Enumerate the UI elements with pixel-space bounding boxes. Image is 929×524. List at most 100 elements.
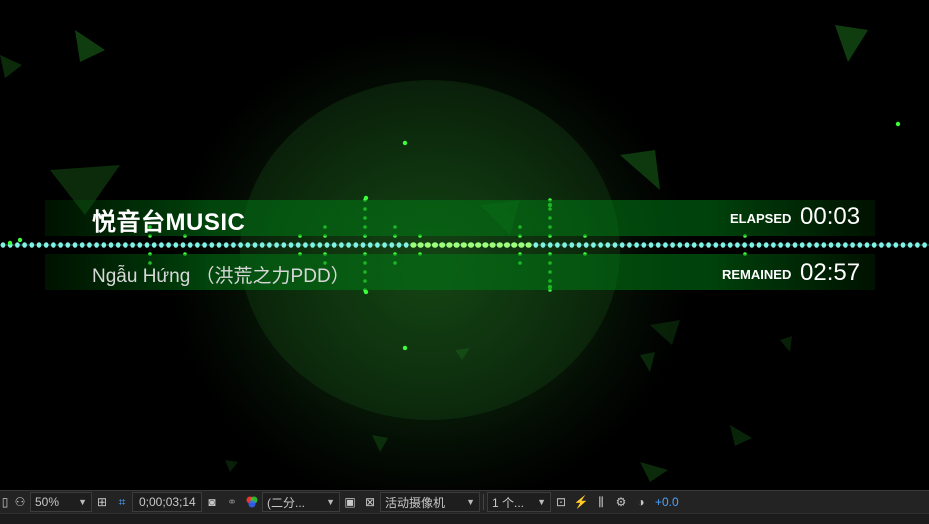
- spectrum-dot: [699, 242, 704, 248]
- divider: [483, 494, 484, 510]
- spectrum-dot: [267, 242, 272, 248]
- spectrum-dot: [670, 242, 675, 248]
- spectrum-dot: [792, 242, 798, 248]
- background-visualizer: [0, 25, 929, 482]
- spectrum-dot: [525, 242, 532, 248]
- spectrum-dot: [417, 242, 424, 248]
- spectrum-dot: [879, 242, 884, 248]
- spectrum-dot: [915, 242, 920, 248]
- spectrum-dot: [814, 242, 819, 248]
- spectrum-dot: [828, 242, 834, 248]
- flowchart-icon[interactable]: ⚙: [611, 492, 631, 512]
- region-icon[interactable]: ⌗: [112, 492, 132, 512]
- spectrum-dot: [742, 242, 747, 248]
- spectrum-dot: [763, 242, 769, 248]
- spectrum-dot: [431, 242, 439, 248]
- particle: [17, 237, 23, 243]
- toggle-transparency-icon[interactable]: ⊠: [360, 492, 380, 512]
- spectrum-dot: [303, 242, 308, 248]
- magnification-dropdown[interactable]: 50% ▼: [30, 492, 92, 512]
- spectrum-dot: [339, 242, 344, 248]
- spectrum-dot: [15, 242, 20, 248]
- show-snapshot-icon[interactable]: ⚭: [222, 492, 242, 512]
- camera-snapshot-icon[interactable]: ◙: [202, 492, 222, 512]
- spectrum-dot: [115, 242, 121, 248]
- spectrum-dot: [51, 242, 56, 248]
- spectrum-dot: [612, 242, 618, 248]
- spectrum-dot: [360, 242, 366, 248]
- spectrum-dot: [317, 242, 323, 248]
- spectrum-dot: [691, 242, 697, 248]
- spectrum-dot: [382, 242, 387, 248]
- spectrum-dot: [785, 242, 791, 248]
- reset-exposure-icon[interactable]: ◑: [631, 492, 651, 512]
- elapsed-label: ELAPSED: [730, 211, 792, 226]
- spectrum-dot: [843, 242, 848, 248]
- timeline-icon[interactable]: ⫼: [591, 492, 611, 512]
- spectrum-dot: [137, 242, 143, 248]
- triangle-shape: [75, 30, 105, 62]
- spectrum-dot: [209, 242, 215, 248]
- spectrum-dot: [259, 242, 265, 248]
- spectrum-dot: [807, 242, 812, 248]
- spectrum-dot: [231, 242, 236, 248]
- triangle-shape: [640, 462, 668, 482]
- spectrum-dot: [238, 242, 243, 248]
- draft-3d-icon[interactable]: ⚡: [571, 492, 591, 512]
- spectrum-dot: [353, 242, 359, 248]
- spectrum-dot: [518, 242, 525, 248]
- spectrum-dot: [130, 242, 135, 248]
- spectrum-dot: [605, 242, 611, 248]
- spectrum-dot: [533, 242, 539, 248]
- exposure-value[interactable]: +0.0: [651, 492, 683, 512]
- current-time-display[interactable]: 0;00;03;14: [132, 492, 202, 512]
- spectrum-dot: [216, 242, 222, 248]
- triangle-shape: [835, 25, 868, 62]
- spectrum-dot: [482, 242, 489, 248]
- spectrum-dot: [460, 242, 467, 248]
- remained-label: REMAINED: [722, 267, 792, 282]
- spectrum-dot: [641, 242, 647, 248]
- particle: [402, 140, 408, 146]
- spectrum-dot: [36, 242, 42, 248]
- views-value: 1 个...: [492, 495, 525, 510]
- views-dropdown[interactable]: 1 个... ▼: [487, 492, 551, 512]
- song-title: Ngẫu Hứng （洪荒之力PDD）: [92, 266, 350, 287]
- spectrum-dot: [893, 242, 899, 248]
- spectrum-dot: [223, 242, 229, 248]
- spectrum-dot: [22, 242, 27, 248]
- camera-dropdown[interactable]: 活动摄像机 ▼: [380, 492, 480, 512]
- reset-icon[interactable]: ⊡: [551, 492, 571, 512]
- safe-area-icon[interactable]: ⊞: [92, 492, 112, 512]
- triangle-shape: [0, 55, 22, 78]
- chevron-down-icon: ▼: [78, 497, 87, 507]
- composition-preview[interactable]: 悦音台MUSIC Ngẫu Hứng （洪荒之力PDD） ELAPSED 00:…: [0, 0, 929, 490]
- triangle-shape: [650, 320, 680, 345]
- spectrum-dot: [871, 242, 877, 248]
- resolution-dropdown[interactable]: (二分... ▼: [262, 492, 340, 512]
- spectrum-dot: [29, 242, 35, 248]
- spectrum-dot: [562, 242, 567, 248]
- spectrum-dot: [598, 242, 603, 248]
- spectrum-dot: [684, 242, 690, 248]
- spectrum-dot: [453, 242, 460, 248]
- spectrum-dot: [511, 242, 518, 248]
- mask-icon[interactable]: ⚇: [10, 492, 30, 512]
- spectrum-dot: [144, 242, 150, 248]
- spectrum-dot: [410, 242, 417, 248]
- spectrum-dot: [187, 242, 193, 248]
- panel-footer: [0, 513, 929, 524]
- particle: [895, 121, 901, 127]
- spectrum-dot: [591, 242, 596, 248]
- spectrum-dot: [850, 242, 855, 248]
- spectrum-dot: [540, 242, 546, 248]
- spectrum-dot: [195, 242, 200, 248]
- fast-preview-icon[interactable]: ▣: [340, 492, 360, 512]
- viewer-toolbar: ▯ ⚇ 50% ▼ ⊞ ⌗ 0;00;03;14 ◙ ⚭ (二分... ▼ ▣ …: [0, 490, 929, 524]
- spectrum-dot: [727, 242, 733, 248]
- spectrum-dot: [619, 242, 625, 248]
- spectrum-dot: [0, 242, 6, 248]
- spectrum-dot: [295, 242, 301, 248]
- color-channels-icon[interactable]: [242, 492, 262, 512]
- remained-time: 02:57: [800, 259, 861, 286]
